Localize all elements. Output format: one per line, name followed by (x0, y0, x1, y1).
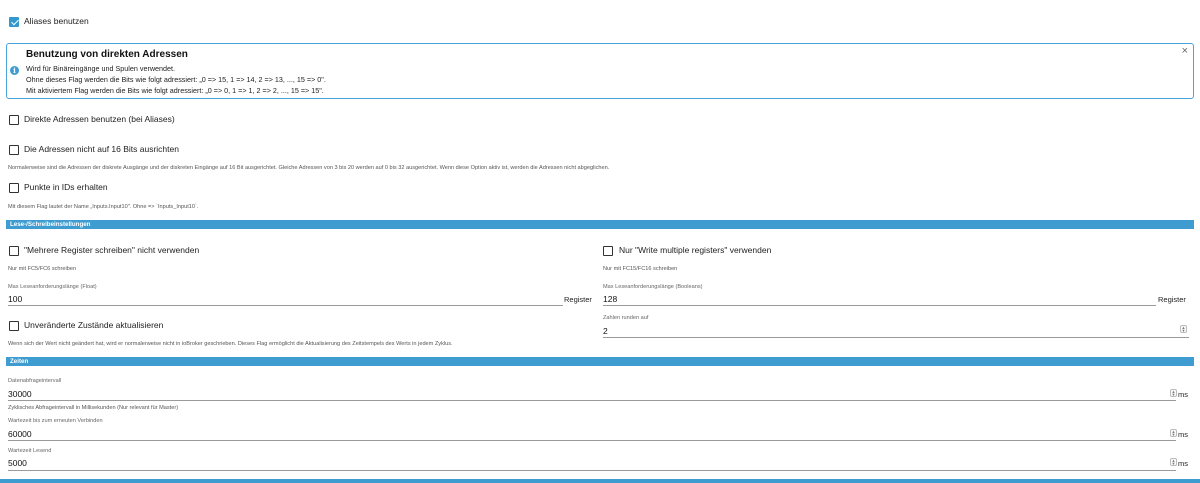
reconnect-caption: Wartezeit bis zum erneuten Verbinden (8, 418, 103, 424)
round-input[interactable]: 2 (603, 326, 608, 336)
direct-address-info-box: i Benutzung von direkten Adressen Wird f… (6, 43, 1194, 99)
max-bool-caption: Max Leseanforderungslänge (Booleans) (603, 284, 703, 290)
keep-dots-help: Mit diesem Flag lautet der Name „Inputs.… (8, 204, 199, 210)
keep-dots-checkbox[interactable] (9, 183, 19, 193)
poll-interval-stepper[interactable]: ▲ ▼ (1170, 389, 1177, 397)
info-icon: i (10, 66, 19, 75)
max-bool-underline (603, 305, 1156, 306)
reconnect-underline (8, 440, 1176, 441)
info-box-line: Mit aktiviertem Flag werden die Bits wie… (26, 86, 324, 95)
round-caption: Zahlen runden auf (603, 315, 649, 321)
read-wait-stepper[interactable]: ▲ ▼ (1170, 458, 1177, 466)
info-box-title: Benutzung von direkten Adressen (26, 49, 188, 60)
update-unchanged-help: Wenn sich der Wert nicht geändert hat, w… (8, 341, 453, 347)
poll-interval-underline (8, 400, 1176, 401)
aliases-checkbox[interactable] (9, 17, 19, 27)
stepper-down-icon[interactable]: ▼ (1171, 393, 1176, 397)
reconnect-stepper[interactable]: ▲ ▼ (1170, 429, 1177, 437)
no-align-help: Normalerweise sind die Adressen der disk… (8, 165, 610, 171)
section-rw-header: Lese-/Schreibeinstellungen (6, 220, 1194, 229)
round-underline (603, 337, 1189, 338)
no-align-label: Die Adressen nicht auf 16 Bits ausrichte… (24, 144, 179, 154)
max-float-unit: Register (564, 295, 592, 304)
read-wait-input[interactable]: 5000 (8, 458, 27, 468)
multi-register-checkbox[interactable] (9, 246, 19, 256)
max-float-input[interactable]: 100 (8, 294, 22, 304)
read-wait-underline (8, 470, 1176, 471)
poll-interval-help: Zyklisches Abfrageintervall in Milliseku… (8, 405, 179, 411)
update-unchanged-checkbox[interactable] (9, 321, 19, 331)
write-multiple-help: Nur mit FC15/FC16 schreiben (603, 266, 678, 272)
aliases-label: Aliases benutzen (24, 16, 89, 26)
info-box-line: Ohne dieses Flag werden die Bits wie fol… (26, 75, 326, 84)
reconnect-input[interactable]: 60000 (8, 429, 32, 439)
poll-interval-caption: Datenabfrageintervall (8, 378, 62, 384)
update-unchanged-label: Unveränderte Zustände aktualisieren (24, 320, 164, 330)
read-wait-unit: ms (1178, 459, 1188, 468)
multi-register-label: "Mehrere Register schreiben" nicht verwe… (24, 245, 200, 255)
direct-addresses-label: Direkte Adressen benutzen (bei Aliases) (24, 114, 175, 124)
bottom-bar (0, 479, 1200, 483)
direct-addresses-checkbox[interactable] (9, 115, 19, 125)
stepper-down-icon[interactable]: ▼ (1181, 329, 1186, 333)
write-multiple-label: Nur "Write multiple registers" verwenden (619, 245, 772, 255)
poll-interval-input[interactable]: 30000 (8, 389, 32, 399)
max-bool-input[interactable]: 128 (603, 294, 617, 304)
multi-register-help: Nur mit FC5/FC6 schreiben (8, 266, 77, 272)
read-wait-caption: Wartezeit Lesend (8, 448, 52, 454)
write-multiple-checkbox[interactable] (603, 246, 613, 256)
close-icon[interactable]: × (1182, 45, 1188, 57)
max-float-caption: Max Leseanforderungslänge (Float) (8, 284, 97, 290)
max-bool-unit: Register (1158, 295, 1186, 304)
max-float-underline (8, 305, 563, 306)
no-align-checkbox[interactable] (9, 145, 19, 155)
stepper-down-icon[interactable]: ▼ (1171, 433, 1176, 437)
poll-interval-unit: ms (1178, 390, 1188, 399)
keep-dots-label: Punkte in IDs erhalten (24, 182, 108, 192)
info-box-line: Wird für Binäreingänge und Spulen verwen… (26, 64, 176, 73)
section-times-header: Zeiten (6, 357, 1194, 366)
reconnect-unit: ms (1178, 430, 1188, 439)
stepper-down-icon[interactable]: ▼ (1171, 462, 1176, 466)
round-stepper[interactable]: ▲ ▼ (1180, 325, 1187, 333)
